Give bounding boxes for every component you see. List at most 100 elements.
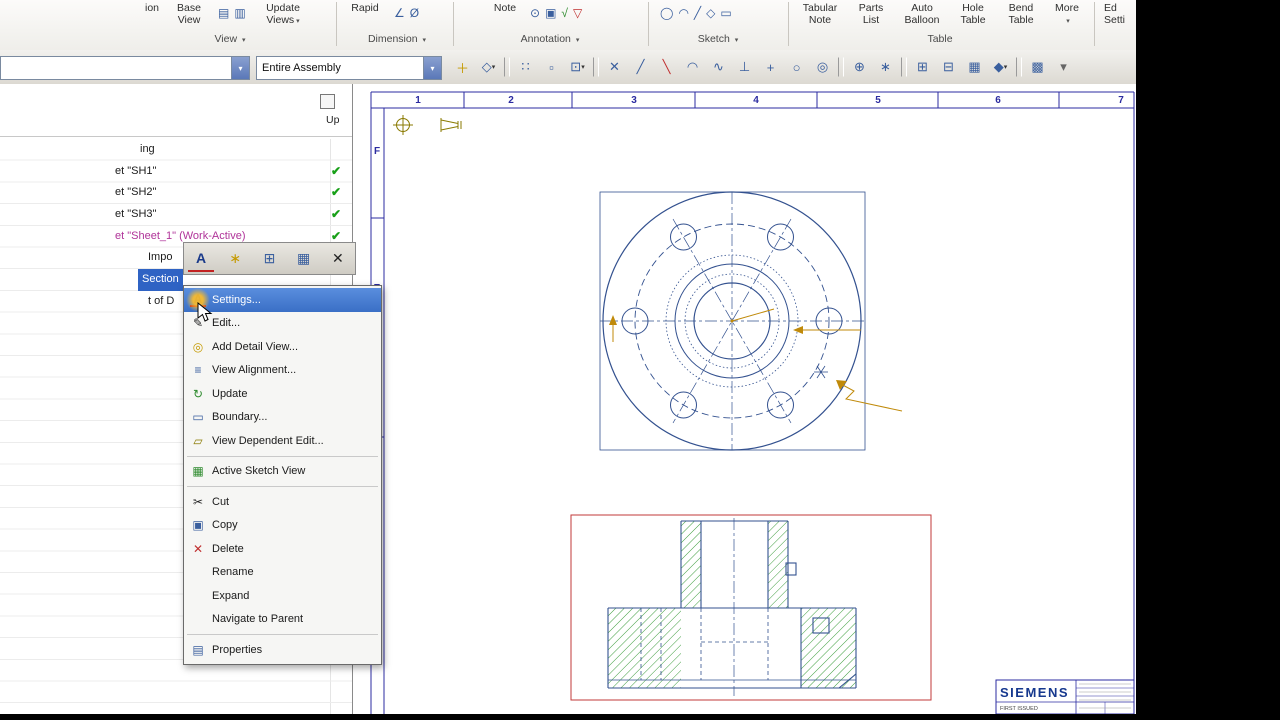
ribbon-icon[interactable]: ∠	[394, 6, 405, 20]
projection-symbols[interactable]	[393, 115, 462, 135]
toolbar-icon[interactable]: ▦	[962, 55, 987, 79]
base-view-button[interactable]: Base View	[166, 2, 212, 26]
dimension-group-label[interactable]: Dimension ▾	[344, 33, 450, 45]
toolbar-icon[interactable]: ⊡ ▾	[565, 55, 590, 79]
toolbar-icon[interactable]	[593, 57, 599, 77]
toolbar-icon[interactable]: ∿	[706, 55, 731, 79]
mini-toolbar-icon[interactable]: ▦	[291, 247, 317, 271]
tree-row[interactable]: et "SH3" ✔	[0, 204, 352, 226]
menu-item[interactable]: ✂ Cut	[184, 490, 381, 514]
ribbon-icon[interactable]: ◯	[660, 6, 673, 20]
menu-item[interactable]: ▤ Properties	[184, 638, 381, 662]
view-group-label[interactable]: View ▾	[140, 33, 320, 45]
ribbon-icon[interactable]: ▤	[218, 6, 229, 20]
toolbar-icon[interactable]: ╲	[654, 55, 679, 79]
toolbar-icon[interactable]	[1016, 57, 1022, 77]
mini-toolbar-icon[interactable]: ✕	[325, 247, 351, 271]
panel-pin-button[interactable]	[320, 94, 335, 109]
view-selection-combo[interactable]: ▾	[0, 56, 250, 80]
toolbar-icon[interactable]: ╱	[628, 55, 653, 79]
up-to-date-column-header[interactable]: Up	[326, 114, 339, 126]
toolbar-icon[interactable]: ▫	[539, 55, 564, 79]
tree-row-label[interactable]: Section	[138, 269, 183, 291]
tree-row[interactable]: ing	[0, 139, 352, 161]
menu-item[interactable]: ◎ Add Detail View...	[184, 335, 381, 359]
tree-row[interactable]: et "SH2" ✔	[0, 182, 352, 204]
update-views-button[interactable]: Update Views ▾	[256, 2, 310, 28]
toolbar-icon[interactable]: ▾	[1051, 55, 1076, 79]
ribbon-icon[interactable]: ▣	[545, 6, 556, 20]
toolbar-icon[interactable]: ⊞	[910, 55, 935, 79]
check-icon: ✔	[331, 207, 342, 222]
section-view[interactable]	[570, 514, 932, 701]
toolbar-icon[interactable]: ▩	[1025, 55, 1050, 79]
menu-item[interactable]: ▦ Active Sketch View	[184, 460, 381, 484]
hole-table-button[interactable]: Hole Table	[952, 2, 994, 26]
toolbar-icon[interactable]: ◇ ▾	[476, 55, 501, 79]
tree-row-label[interactable]: et "SH2"	[115, 182, 156, 204]
edit-settings-button[interactable]: Ed Setti	[1104, 2, 1136, 26]
chevron-down-icon[interactable]: ▾	[423, 57, 441, 79]
toolbar-icon[interactable]: ∗	[873, 55, 898, 79]
toolbar-icon[interactable]	[838, 57, 844, 77]
graphics-window[interactable]: 1 2 3 4 5 6 7 F E	[352, 84, 1136, 714]
ribbon-icon[interactable]: ◇	[706, 6, 715, 20]
toolbar-icon[interactable]: ○	[784, 55, 809, 79]
ribbon-button-fragment[interactable]: ion	[140, 2, 164, 14]
menu-item[interactable]: Expand	[184, 584, 381, 608]
drawing-canvas[interactable]: 1 2 3 4 5 6 7 F E	[353, 84, 1136, 714]
ribbon-icon[interactable]: √	[561, 6, 568, 20]
tree-row[interactable]: et "SH1" ✔	[0, 161, 352, 183]
tree-row-label[interactable]: ing	[140, 139, 155, 161]
more-button[interactable]: More ▾	[1048, 2, 1086, 28]
table-group-label[interactable]: Table	[790, 33, 1090, 45]
ribbon-icon[interactable]: ▭	[720, 6, 731, 20]
toolbar-icon[interactable]: ∷	[513, 55, 538, 79]
toolbar-icon[interactable]: ◎	[810, 55, 835, 79]
ribbon-icon[interactable]: ╱	[694, 6, 701, 20]
toolbar-icon[interactable]	[504, 57, 510, 77]
toolbar-icon[interactable]: ◠	[680, 55, 705, 79]
tree-row-label[interactable]: et "SH1"	[115, 161, 156, 183]
note-button[interactable]: Note	[486, 2, 524, 14]
menu-item[interactable]: ↻ Update	[184, 382, 381, 406]
ribbon-icon[interactable]: ◠	[678, 6, 688, 20]
bend-table-button[interactable]: Bend Table	[1000, 2, 1042, 26]
flange-top-view[interactable]	[599, 191, 903, 451]
chevron-down-icon[interactable]: ▾	[231, 57, 249, 79]
sketch-group-label[interactable]: Sketch ▾	[650, 33, 786, 45]
mini-toolbar-icon[interactable]: ∗	[222, 247, 248, 271]
tree-row-label[interactable]: et "SH3"	[115, 204, 156, 226]
rapid-dimension-button[interactable]: Rapid	[344, 2, 386, 14]
toolbar-icon[interactable]: +	[758, 55, 783, 79]
menu-item[interactable]: ▣ Copy	[184, 514, 381, 538]
tree-row-label[interactable]: Impo	[148, 247, 172, 269]
auto-balloon-button[interactable]: Auto Balloon	[898, 2, 946, 26]
scope-combo[interactable]: Entire Assembly ▾	[256, 56, 442, 80]
ribbon-icon[interactable]: ⊙	[530, 6, 540, 20]
toolbar-icon[interactable]: ＋	[450, 55, 475, 79]
mini-toolbar-icon[interactable]: ⊞	[256, 247, 282, 271]
ribbon-icon[interactable]: ▥	[234, 6, 245, 20]
tabular-note-button[interactable]: Tabular Note	[796, 2, 844, 26]
title-block[interactable]: SIEMENS FIRST ISSUED	[995, 679, 1135, 714]
menu-item[interactable]: ✕ Delete	[184, 537, 381, 561]
menu-item[interactable]: Navigate to Parent	[184, 608, 381, 632]
menu-item[interactable]: ≡ View Alignment...	[184, 359, 381, 383]
toolbar-icon[interactable]: ✕	[602, 55, 627, 79]
menu-item[interactable]: ▭ Boundary...	[184, 406, 381, 430]
annotation-group-label[interactable]: Annotation ▾	[455, 33, 645, 45]
toolbar-icon[interactable]	[901, 57, 907, 77]
parts-list-button[interactable]: Parts List	[850, 2, 892, 26]
ribbon-icon[interactable]: ▽	[573, 6, 582, 20]
toolbar-icon[interactable]: ⊥	[732, 55, 757, 79]
toolbar-icon[interactable]: ◆ ▾	[988, 55, 1013, 79]
ribbon-icon[interactable]: Ø	[410, 6, 419, 20]
mini-toolbar-icon[interactable]: A	[188, 246, 215, 272]
menu-item[interactable]: ▱ View Dependent Edit...	[184, 429, 381, 453]
toolbar-icon[interactable]: ⊟	[936, 55, 961, 79]
menu-item[interactable]: Rename	[184, 561, 381, 585]
tree-row-label[interactable]: t of D	[148, 291, 174, 313]
annotation-leaders[interactable]	[609, 308, 903, 412]
toolbar-icon[interactable]: ⊕	[847, 55, 872, 79]
